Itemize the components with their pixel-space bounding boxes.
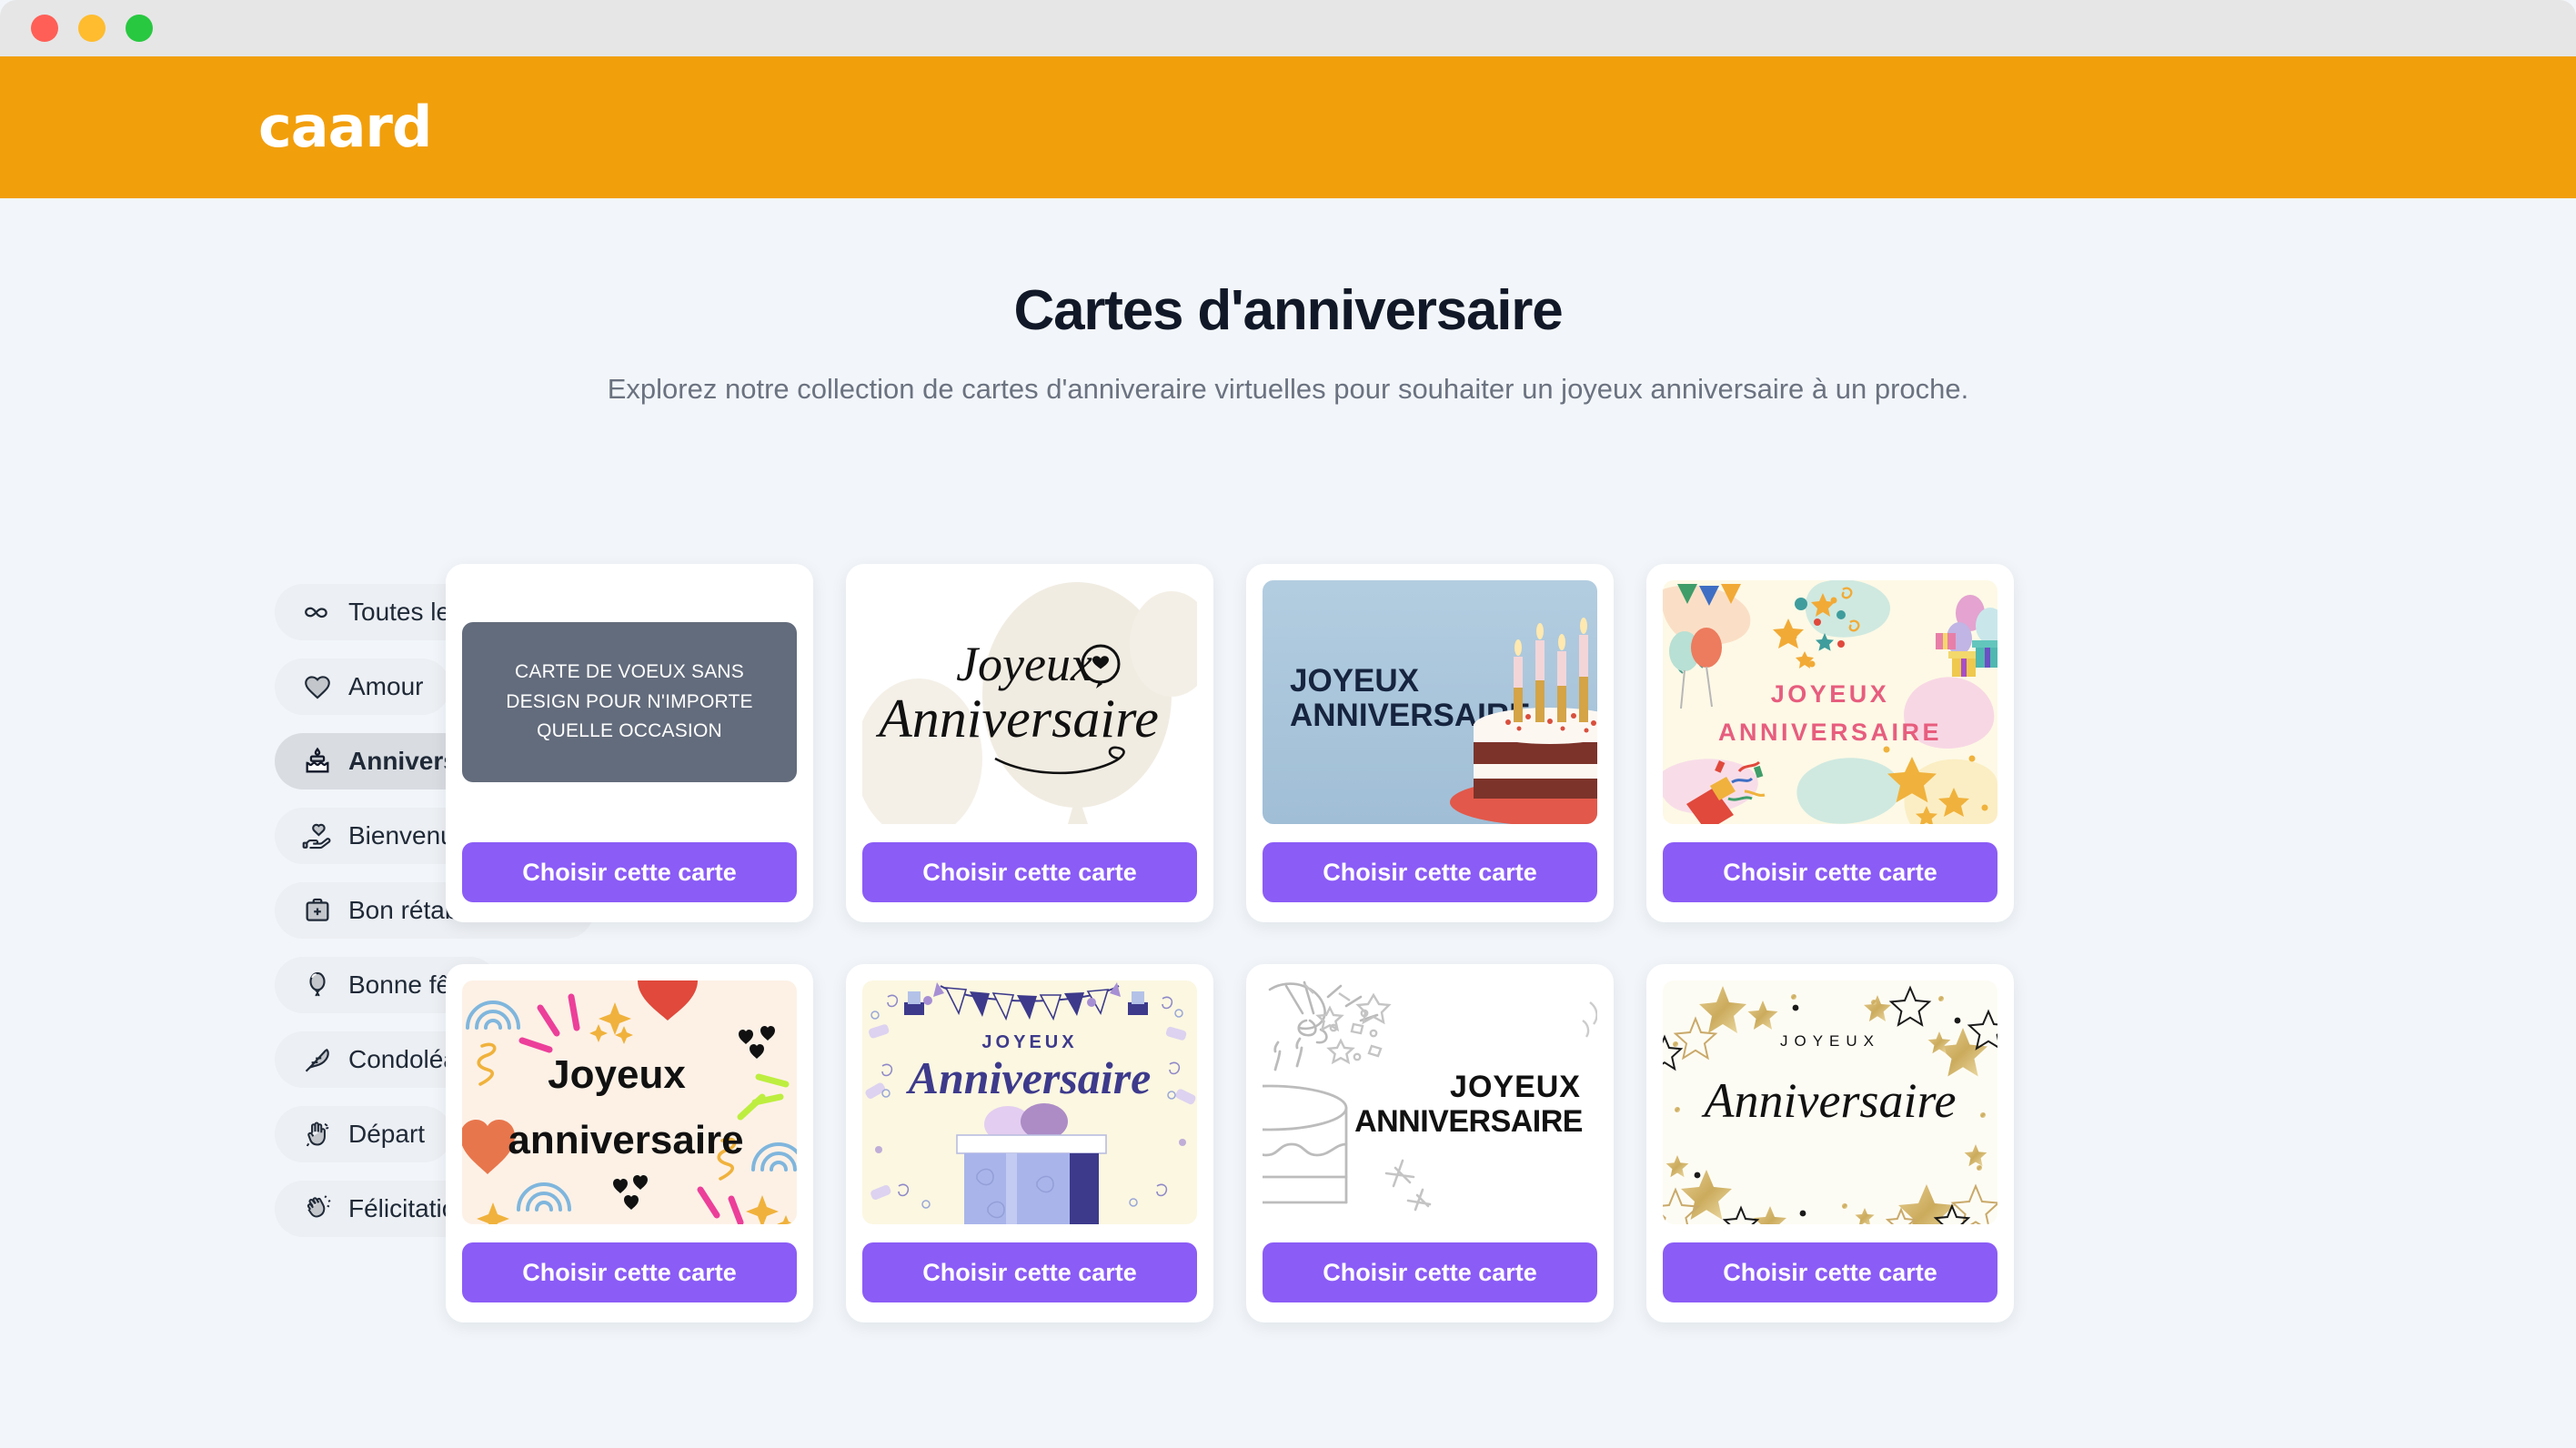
- card-line-1: JOYEUX: [1771, 680, 1890, 708]
- pastel-confetti-art: JOYEUX ANNIVERSAIRE: [1663, 580, 1997, 824]
- card-actions: Choisir cette carte: [462, 824, 797, 902]
- page-title: Cartes d'anniversaire: [1013, 279, 1564, 342]
- blue-wall-cake-art: JOYEUX ANNIVERSAIRE: [1263, 580, 1597, 824]
- card-line-2: Anniversaire: [906, 1052, 1152, 1103]
- medical-kit-icon: [302, 895, 333, 926]
- choose-card-button[interactable]: Choisir cette carte: [862, 1242, 1197, 1302]
- blank-card-art: CARTE DE VOEUX SANS DESIGN POUR N'IMPORT…: [462, 622, 797, 782]
- card-line-2: Anniversaire: [1702, 1073, 1957, 1128]
- feather-icon: [302, 1044, 333, 1075]
- gold-stars-art: JOYEUX Anniversaire: [1663, 980, 1997, 1224]
- card-item[interactable]: JOYEUX Anniversaire Choisir cette carte: [1646, 964, 2014, 1322]
- card-line-2: ANNIVERSAIRE: [1354, 1104, 1583, 1139]
- card-item[interactable]: JOYEUX Anniversaire Choisir cette carte: [846, 964, 1213, 1322]
- card-line-1: Joyeux: [548, 1052, 686, 1097]
- card-line-1: JOYEUX: [1450, 1070, 1581, 1104]
- choose-card-button[interactable]: Choisir cette carte: [1663, 1242, 1997, 1302]
- card-item[interactable]: JOYEUX ANNIVERSAIRE Choisir cette carte: [1246, 564, 1614, 922]
- card-thumbnail[interactable]: JOYEUX ANNIVERSAIRE: [1663, 580, 1997, 824]
- page-header: Cartes d'anniversaire Explorez notre col…: [0, 198, 2576, 409]
- choose-card-button[interactable]: Choisir cette carte: [1263, 842, 1597, 902]
- minimize-window-button[interactable]: [78, 15, 106, 42]
- window-titlebar: [0, 0, 2576, 56]
- card-item[interactable]: JOYEUX ANNIVERSAIRE Choisir cette carte: [1246, 964, 1614, 1322]
- placeholder-text: CARTE DE VOEUX SANS DESIGN POUR N'IMPORT…: [506, 661, 753, 742]
- bunting-gift-art: JOYEUX Anniversaire: [862, 980, 1197, 1224]
- card-actions: Choisir cette carte: [1663, 824, 1997, 902]
- card-thumbnail[interactable]: JOYEUX Anniversaire: [862, 980, 1197, 1224]
- card-line-2: anniversaire: [508, 1118, 743, 1162]
- card-thumbnail[interactable]: JOYEUX ANNIVERSAIRE: [1263, 980, 1597, 1224]
- heart-icon: [302, 671, 333, 702]
- card-item[interactable]: JOYEUX ANNIVERSAIRE Choisir cette carte: [1646, 564, 2014, 922]
- line-art-cake-art: JOYEUX ANNIVERSAIRE: [1263, 980, 1597, 1224]
- close-window-button[interactable]: [31, 15, 58, 42]
- card-line-1: JOYEUX: [1290, 663, 1420, 699]
- card-line-1: JOYEUX: [981, 1032, 1077, 1052]
- sidebar-item-amour[interactable]: Amour: [275, 659, 451, 715]
- zoom-window-button[interactable]: [126, 15, 153, 42]
- sidebar-item-depart[interactable]: Départ: [275, 1106, 453, 1162]
- category-sidebar: Toutes les cartes Amour Anniversaire Bie…: [0, 564, 594, 1237]
- card-item[interactable]: Joyeux anniversaire Choisir cette carte: [446, 964, 813, 1322]
- choose-card-button[interactable]: Choisir cette carte: [1663, 842, 1997, 902]
- card-actions: Choisir cette carte: [1663, 1224, 1997, 1302]
- card-thumbnail[interactable]: Joyeux Anniversaire: [862, 580, 1197, 824]
- waving-hand-icon: [302, 1119, 333, 1150]
- card-item[interactable]: Joyeux Anniversaire Choisir cette carte: [846, 564, 1213, 922]
- hand-holding-heart-icon: [302, 820, 333, 851]
- sidebar-item-label: Amour: [348, 672, 424, 700]
- card-thumbnail[interactable]: Joyeux anniversaire: [462, 980, 797, 1224]
- choose-card-button[interactable]: Choisir cette carte: [462, 1242, 797, 1302]
- card-thumbnail[interactable]: JOYEUX Anniversaire: [1663, 980, 1997, 1224]
- script-balloon-art: Joyeux Anniversaire: [862, 580, 1197, 824]
- brand-header: caard: [0, 56, 2576, 198]
- card-actions: Choisir cette carte: [862, 1224, 1197, 1302]
- card-line-1: Joyeux: [956, 637, 1092, 691]
- card-actions: Choisir cette carte: [462, 1224, 797, 1302]
- card-line-2: ANNIVERSAIRE: [1718, 719, 1942, 746]
- caard-logo[interactable]: caard: [258, 99, 432, 156]
- card-line-2: Anniversaire: [875, 689, 1159, 749]
- card-item[interactable]: CARTE DE VOEUX SANS DESIGN POUR N'IMPORT…: [446, 564, 813, 922]
- page-subtitle: Explorez notre collection de cartes d'an…: [607, 373, 1969, 405]
- card-line-1: JOYEUX: [1780, 1032, 1880, 1050]
- choose-card-button[interactable]: Choisir cette carte: [1263, 1242, 1597, 1302]
- sidebar-item-label: Départ: [348, 1120, 426, 1148]
- app-window: caard Cartes d'anniversaire Explorez not…: [0, 0, 2576, 1448]
- card-actions: Choisir cette carte: [1263, 1224, 1597, 1302]
- card-actions: Choisir cette carte: [862, 824, 1197, 902]
- infinity-icon: [302, 597, 333, 628]
- balloon-icon: [302, 970, 333, 1001]
- doodle-hearts-art: Joyeux anniversaire: [462, 980, 797, 1224]
- card-thumbnail[interactable]: CARTE DE VOEUX SANS DESIGN POUR N'IMPORT…: [462, 580, 797, 824]
- birthday-cake-icon: [302, 746, 333, 777]
- choose-card-button[interactable]: Choisir cette carte: [862, 842, 1197, 902]
- content-area: Toutes les cartes Amour Anniversaire Bie…: [0, 564, 2576, 1448]
- choose-card-button[interactable]: Choisir cette carte: [462, 842, 797, 902]
- card-actions: Choisir cette carte: [1263, 824, 1597, 902]
- card-grid: CARTE DE VOEUX SANS DESIGN POUR N'IMPORT…: [437, 564, 2576, 1322]
- card-thumbnail[interactable]: JOYEUX ANNIVERSAIRE: [1263, 580, 1597, 824]
- clapping-hands-icon: [302, 1193, 333, 1224]
